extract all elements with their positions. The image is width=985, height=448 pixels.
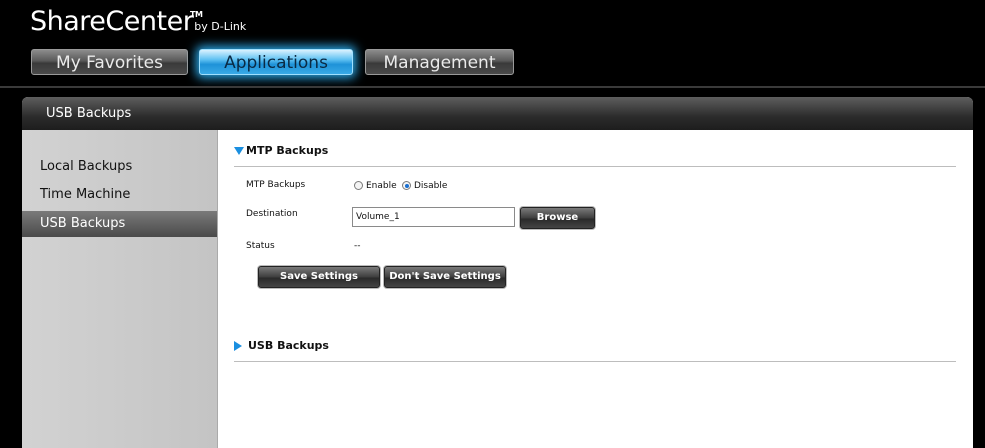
save-settings-button[interactable]: Save Settings <box>258 266 380 288</box>
status-value: -- <box>354 241 361 251</box>
mtp-backups-label: MTP Backups <box>246 180 306 190</box>
status-label: Status <box>246 241 275 251</box>
mtp-section-title: MTP Backups <box>246 144 329 157</box>
disable-radio[interactable] <box>402 181 411 190</box>
mtp-section-header[interactable]: MTP Backups <box>234 144 956 167</box>
logo-text: ShareCenter <box>30 6 194 37</box>
destination-label: Destination <box>246 209 298 219</box>
sidebar-item-usb-backups[interactable]: USB Backups <box>22 211 217 237</box>
tab-applications[interactable]: Applications <box>199 49 353 75</box>
usb-section-title: USB Backups <box>248 339 329 352</box>
dont-save-settings-button[interactable]: Don't Save Settings <box>384 266 506 288</box>
header-divider <box>0 86 985 88</box>
main-content: MTP Backups MTP Backups Enable Disable D… <box>218 130 973 448</box>
tab-management[interactable]: Management <box>365 49 514 75</box>
sidebar-item-local-backups[interactable]: Local Backups <box>22 154 217 180</box>
destination-field[interactable]: Volume_1 <box>352 207 515 227</box>
disable-radio-label[interactable]: Disable <box>414 181 447 191</box>
sharecenter-logo: ShareCenterby D-Link TM <box>30 6 246 37</box>
panel-title: USB Backups <box>22 97 973 130</box>
collapsed-arrow-icon <box>234 341 242 351</box>
enable-radio[interactable] <box>354 181 363 190</box>
sidebar: Local Backups Time Machine USB Backups <box>22 130 218 448</box>
logo-tm: TM <box>190 10 203 19</box>
expand-arrow-icon <box>234 147 244 155</box>
logo-by-text: by D-Link <box>194 20 247 33</box>
browse-button[interactable]: Browse <box>520 207 595 229</box>
usb-backups-panel: USB Backups Local Backups Time Machine U… <box>22 97 973 448</box>
usb-section-header[interactable]: USB Backups <box>234 339 956 362</box>
enable-radio-label[interactable]: Enable <box>366 181 397 191</box>
tab-my-favorites[interactable]: My Favorites <box>31 49 188 75</box>
sidebar-item-time-machine[interactable]: Time Machine <box>22 182 217 208</box>
top-header: ShareCenterby D-Link TM My Favorites App… <box>0 0 985 86</box>
